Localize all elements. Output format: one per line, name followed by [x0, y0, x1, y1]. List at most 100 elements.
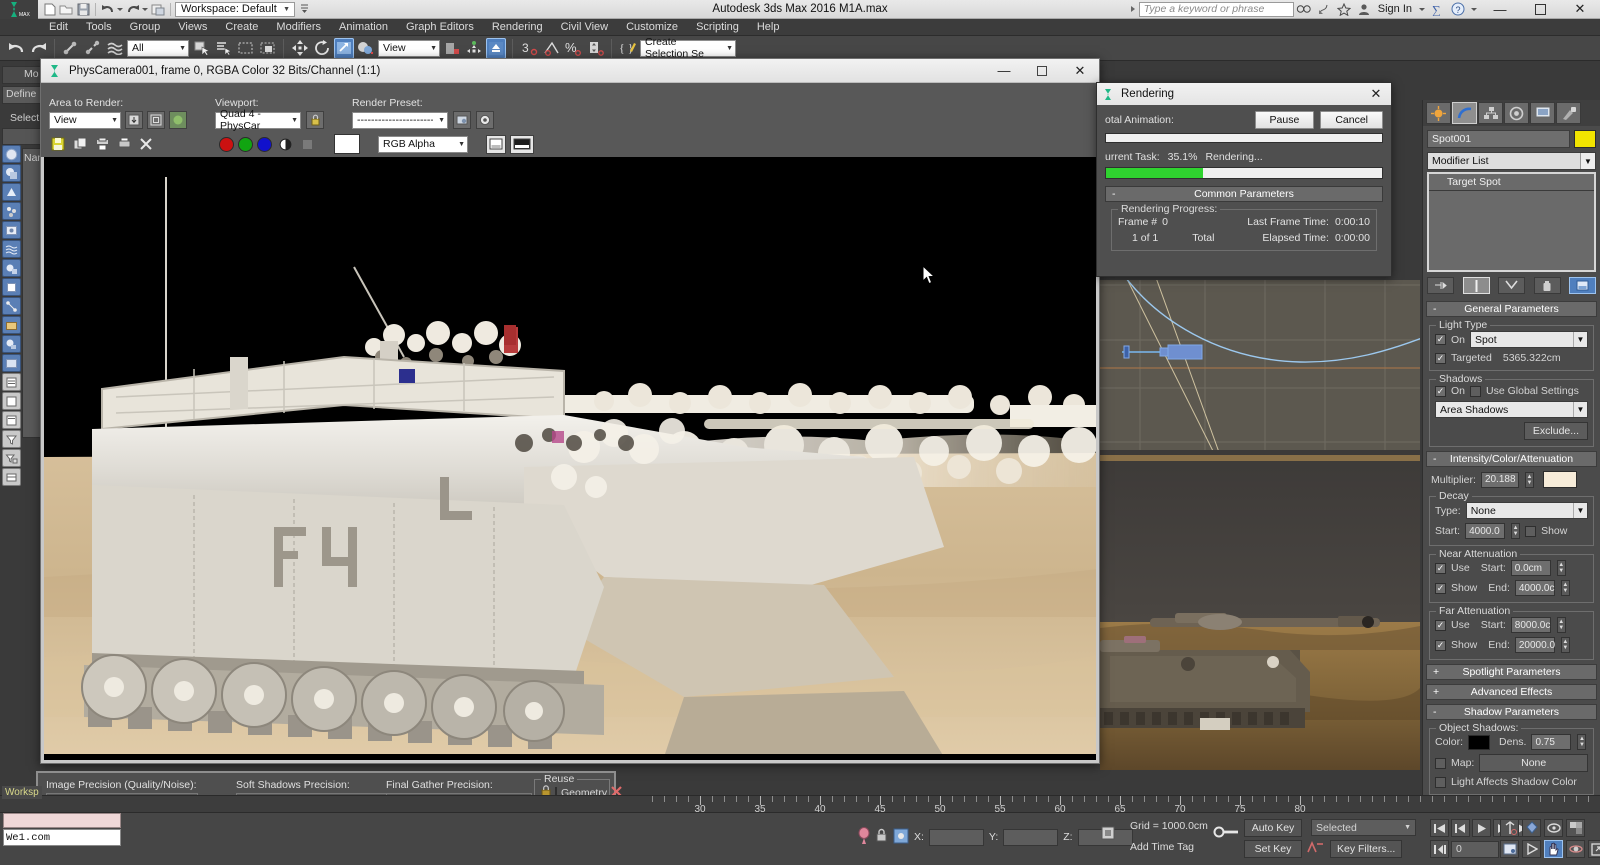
current-frame-field[interactable]: 0: [1451, 840, 1499, 858]
angle-snap-toggle-icon[interactable]: [541, 38, 561, 59]
decay-type-combo[interactable]: None ▼: [1465, 502, 1588, 519]
background-color-swatch[interactable]: [334, 134, 360, 154]
rfw-close-button[interactable]: ✕: [1061, 59, 1099, 83]
viewport-combo[interactable]: Quad 4 - PhysCar ▼: [215, 108, 301, 132]
window-minimize-button[interactable]: —: [1480, 0, 1520, 19]
lock-viewport-icon[interactable]: [306, 111, 324, 129]
set-project-folder-icon[interactable]: [150, 1, 166, 17]
shadow-map-checkbox[interactable]: [1435, 757, 1446, 769]
modify-tab[interactable]: [1452, 102, 1477, 124]
shadow-parameters-rollout-header[interactable]: - Shadow Parameters: [1426, 704, 1597, 720]
window-close-button[interactable]: ✕: [1560, 0, 1600, 19]
green-channel-icon[interactable]: [238, 136, 253, 152]
near-start-field[interactable]: 0.0cm: [1510, 560, 1551, 576]
object-color-swatch[interactable]: [1574, 130, 1596, 148]
near-end-spinner[interactable]: ▲ ▼: [1560, 580, 1570, 596]
search-icon[interactable]: [1294, 0, 1314, 19]
previous-frame-icon[interactable]: [1451, 819, 1470, 837]
play-animation-icon[interactable]: [1472, 819, 1491, 837]
light-lister-icon[interactable]: [1, 183, 21, 201]
select-and-move-icon[interactable]: [290, 38, 310, 59]
menu-item-graph-editors[interactable]: Graph Editors: [397, 19, 483, 36]
selection-lock-icon[interactable]: [875, 828, 888, 846]
key-mode-combo[interactable]: Selected ▼: [1311, 819, 1416, 836]
key-mode-toggle-icon[interactable]: [1213, 825, 1239, 842]
density-spinner[interactable]: ▲ ▼: [1577, 734, 1587, 750]
render-production-icon[interactable]: [1, 278, 21, 296]
perspective-viewport[interactable]: [1100, 450, 1420, 770]
maximize-viewport-toggle-icon[interactable]: [1588, 840, 1600, 858]
menu-item-help[interactable]: Help: [748, 19, 789, 36]
menu-item-edit[interactable]: Edit: [40, 19, 77, 36]
shadow-color-swatch[interactable]: [1468, 734, 1491, 750]
multiplier-spinner[interactable]: ▲ ▼: [1524, 471, 1534, 488]
shadow-map-button[interactable]: None: [1479, 754, 1588, 772]
clone-image-icon[interactable]: [71, 135, 89, 153]
go-to-start-icon[interactable]: [1430, 819, 1449, 837]
light-type-combo[interactable]: Spot ▼: [1470, 331, 1588, 348]
open-file-icon[interactable]: [58, 1, 74, 17]
search-expand-icon[interactable]: [1127, 1, 1139, 17]
exclude-button[interactable]: Exclude...: [1523, 422, 1588, 440]
named-selection-sets-combo[interactable]: Create Selection Se ▼: [640, 36, 736, 60]
monochrome-icon[interactable]: [276, 135, 294, 153]
manage-layers-icon[interactable]: [1, 411, 21, 429]
x-field[interactable]: [928, 828, 984, 846]
percent-snap-toggle-icon[interactable]: %: [563, 38, 583, 59]
auto-render-region-icon[interactable]: [125, 111, 143, 129]
clear-image-icon[interactable]: [137, 135, 155, 153]
track-bar-icon[interactable]: [1, 468, 21, 486]
decay-start-spinner[interactable]: ▲ ▼: [1511, 523, 1521, 539]
light-color-swatch[interactable]: [1542, 471, 1577, 488]
absolute-relative-mode-icon[interactable]: [893, 828, 909, 847]
material-map-browser-icon[interactable]: [1, 164, 21, 182]
select-and-place-icon[interactable]: [334, 37, 354, 59]
user-account-icon[interactable]: [1354, 0, 1374, 19]
rectangular-selection-region-icon[interactable]: [235, 38, 255, 59]
redo-icon[interactable]: [125, 1, 141, 17]
material-editor-icon[interactable]: [1, 145, 21, 163]
environment-icon[interactable]: [1, 240, 21, 258]
far-end-field[interactable]: 20000.0: [1514, 637, 1555, 653]
render-icon[interactable]: [476, 111, 494, 129]
undo-icon[interactable]: [100, 1, 116, 17]
set-key-filters-icon[interactable]: [1307, 840, 1325, 859]
mental-ray-icon[interactable]: [1, 335, 21, 353]
toggle-ui-icon[interactable]: [486, 134, 506, 154]
show-end-result-icon[interactable]: [1462, 277, 1490, 294]
unlink-selection-icon[interactable]: [83, 38, 103, 59]
edit-named-selection-sets-icon[interactable]: { }: [618, 38, 638, 59]
sign-in-button[interactable]: Sign In: [1374, 3, 1416, 15]
undo-dropdown-icon[interactable]: [117, 1, 124, 17]
rendered-frame-window[interactable]: PhysCamera001, frame 0, RGBA Color 32 Bi…: [40, 58, 1100, 764]
customize-qat-icon[interactable]: [296, 1, 312, 17]
rfw-maximize-button[interactable]: [1023, 59, 1061, 83]
make-unique-icon[interactable]: [1498, 277, 1525, 294]
undo-icon[interactable]: [6, 38, 26, 59]
far-use-checkbox[interactable]: ✓: [1435, 619, 1446, 631]
menu-item-civil-view[interactable]: Civil View: [552, 19, 617, 36]
menu-item-views[interactable]: Views: [169, 19, 216, 36]
menu-item-create[interactable]: Create: [216, 19, 267, 36]
render-preview-icon[interactable]: [169, 111, 187, 129]
zoom-region-icon[interactable]: [1566, 819, 1585, 837]
particle-view-icon[interactable]: [1, 202, 21, 220]
window-crossing-icon[interactable]: [257, 38, 277, 59]
bind-to-space-warp-icon[interactable]: [105, 38, 125, 59]
far-show-checkbox[interactable]: ✓: [1435, 639, 1446, 651]
area-to-render-combo[interactable]: View ▼: [49, 111, 121, 129]
advanced-effects-rollout-header[interactable]: + Advanced Effects: [1426, 684, 1597, 700]
filter-icon[interactable]: [1, 430, 21, 448]
use-pivot-point-center-icon[interactable]: [442, 38, 462, 59]
channel-display-combo[interactable]: RGB Alpha ▼: [378, 135, 468, 153]
alpha-channel-icon[interactable]: [298, 135, 316, 153]
max-logo-icon[interactable]: MAX: [0, 0, 38, 19]
select-object-icon[interactable]: [191, 38, 211, 59]
status-log-field[interactable]: We1.com: [3, 829, 121, 846]
modifier-stack[interactable]: Target Spot: [1427, 172, 1596, 272]
zoom-all-icon[interactable]: [1522, 819, 1541, 837]
help-icon[interactable]: ?: [1448, 0, 1468, 19]
shadows-on-checkbox[interactable]: ✓: [1435, 385, 1446, 397]
schematic-view-icon[interactable]: [1, 297, 21, 315]
menu-item-modifiers[interactable]: Modifiers: [267, 19, 330, 36]
